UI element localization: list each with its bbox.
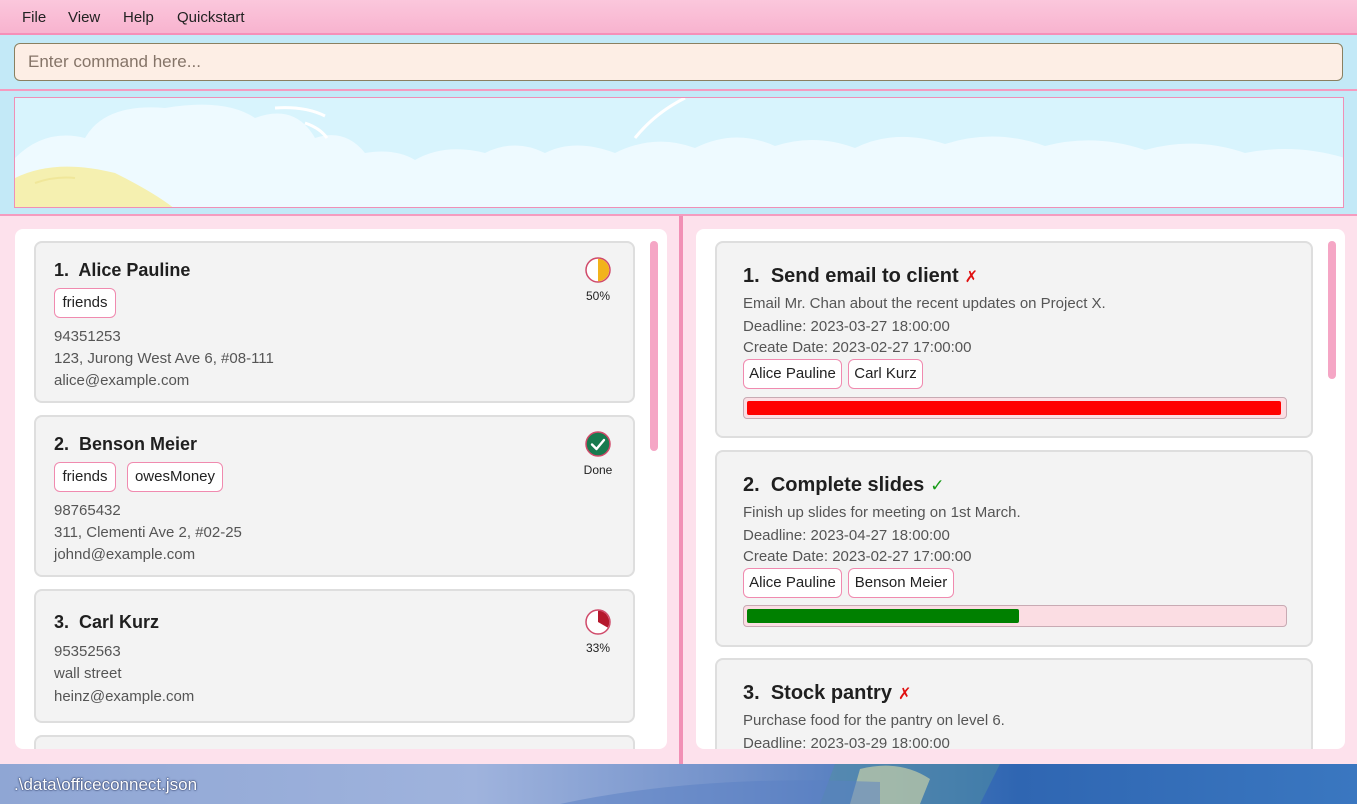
command-input[interactable] (14, 43, 1343, 81)
task-title: Complete slides (770, 474, 925, 496)
person-card[interactable]: 2. Benson Meier friends owesMoney 987654… (34, 415, 635, 577)
status-bar: .\data\officeconnect.json (0, 764, 1357, 804)
person-card[interactable]: 1. Alice Pauline friends 94351253 123, J… (34, 241, 635, 403)
person-email: heinz@example.com (54, 688, 195, 705)
save-location-path: .\data\officeconnect.json (14, 775, 198, 794)
task-deadline: Deadline: 2023-04-27 18:00:00 (743, 527, 950, 544)
person-status: 33% (585, 641, 611, 655)
menu-file[interactable]: File (22, 9, 46, 26)
check-circle-icon (585, 431, 611, 457)
result-display (14, 97, 1344, 208)
person-card[interactable]: 3. Carl Kurz 95352563 wall street heinz@… (34, 589, 635, 723)
cross-mark-icon: ✗ (964, 269, 979, 286)
menu-bar: File View Help Quickstart (0, 0, 1357, 35)
task-progress-fill (747, 609, 1019, 623)
cross-mark-icon: ✗ (897, 686, 912, 703)
person-phone: 98765432 (54, 502, 121, 519)
task-description: Purchase food for the pantry on level 6. (743, 712, 1005, 729)
menu-view[interactable]: View (68, 9, 100, 26)
command-area (0, 35, 1357, 91)
banner-area (0, 91, 1357, 216)
panel-divider[interactable] (679, 216, 683, 764)
task-assignee-tag: Alice Pauline (743, 568, 842, 598)
task-create-date: Create Date: 2023-02-27 17:00:00 (743, 339, 972, 356)
person-status: 50% (585, 289, 611, 303)
task-title: Stock pantry (770, 682, 892, 704)
person-tag: owesMoney (127, 462, 223, 492)
task-list-panel: 1. Send email to client ✗ Email Mr. Chan … (696, 229, 1345, 749)
task-index: 2. (743, 474, 760, 496)
task-create-date: Create Date: 2023-02-27 17:00:00 (743, 548, 972, 565)
person-name: Carl Kurz (79, 612, 160, 632)
person-list-scrollbar[interactable] (650, 241, 658, 451)
task-assignee-tag: Alice Pauline (743, 359, 842, 389)
task-progress-bar (743, 605, 1287, 627)
person-email: alice@example.com (54, 372, 190, 389)
third-pie-icon (585, 609, 611, 635)
person-email: johnd@example.com (54, 546, 196, 563)
half-pie-icon (585, 257, 611, 283)
person-name: Alice Pauline (78, 260, 191, 280)
task-index: 1. (743, 265, 760, 287)
person-status: Done (583, 463, 613, 477)
task-description: Finish up slides for meeting on 1st Marc… (743, 504, 1021, 521)
person-address: wall street (54, 665, 122, 682)
person-index: 1. (54, 260, 70, 280)
menu-quickstart[interactable]: Quickstart (177, 9, 245, 26)
cloud-background-image (15, 98, 1343, 207)
task-card[interactable]: 3. Stock pantry ✗ Purchase food for the p… (715, 658, 1313, 749)
person-name: Benson Meier (79, 434, 198, 454)
person-index: 2. (54, 434, 70, 454)
task-deadline: Deadline: 2023-03-29 18:00:00 (743, 735, 950, 749)
person-tag: friends (54, 462, 116, 492)
task-assignee-tag: Benson Meier (848, 568, 954, 598)
person-card[interactable] (34, 735, 635, 749)
person-index: 3. (54, 612, 70, 632)
person-address: 123, Jurong West Ave 6, #08-111 (54, 350, 274, 367)
task-card[interactable]: 2. Complete slides ✓ Finish up slides for… (715, 450, 1313, 647)
task-assignee-tag: Carl Kurz (848, 359, 923, 389)
task-list-scrollbar[interactable] (1328, 241, 1336, 379)
task-card[interactable]: 1. Send email to client ✗ Email Mr. Chan … (715, 241, 1313, 438)
menu-help[interactable]: Help (123, 9, 154, 26)
person-list-panel: 1. Alice Pauline friends 94351253 123, J… (15, 229, 667, 749)
person-tag: friends (54, 288, 116, 318)
person-address: 311, Clementi Ave 2, #02-25 (54, 524, 242, 541)
task-title: Send email to client (770, 265, 959, 287)
task-progress-fill (747, 401, 1281, 415)
main-area: 1. Alice Pauline friends 94351253 123, J… (0, 216, 1357, 764)
status-bar-background-image (560, 764, 1000, 804)
task-description: Email Mr. Chan about the recent updates … (743, 295, 1106, 312)
check-mark-icon: ✓ (930, 476, 945, 495)
task-index: 3. (743, 682, 760, 704)
task-deadline: Deadline: 2023-03-27 18:00:00 (743, 318, 950, 335)
task-progress-bar (743, 397, 1287, 419)
person-phone: 95352563 (54, 643, 121, 660)
person-phone: 94351253 (54, 328, 121, 345)
